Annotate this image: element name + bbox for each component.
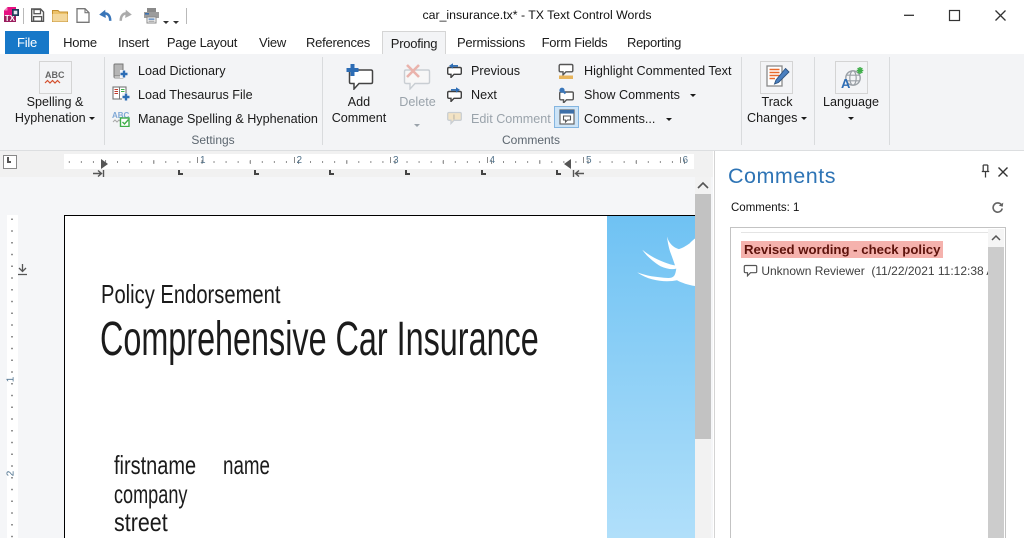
svg-text:ABC: ABC [45, 70, 65, 80]
svg-text:A: A [841, 76, 851, 90]
svg-text:I: I [453, 115, 455, 122]
